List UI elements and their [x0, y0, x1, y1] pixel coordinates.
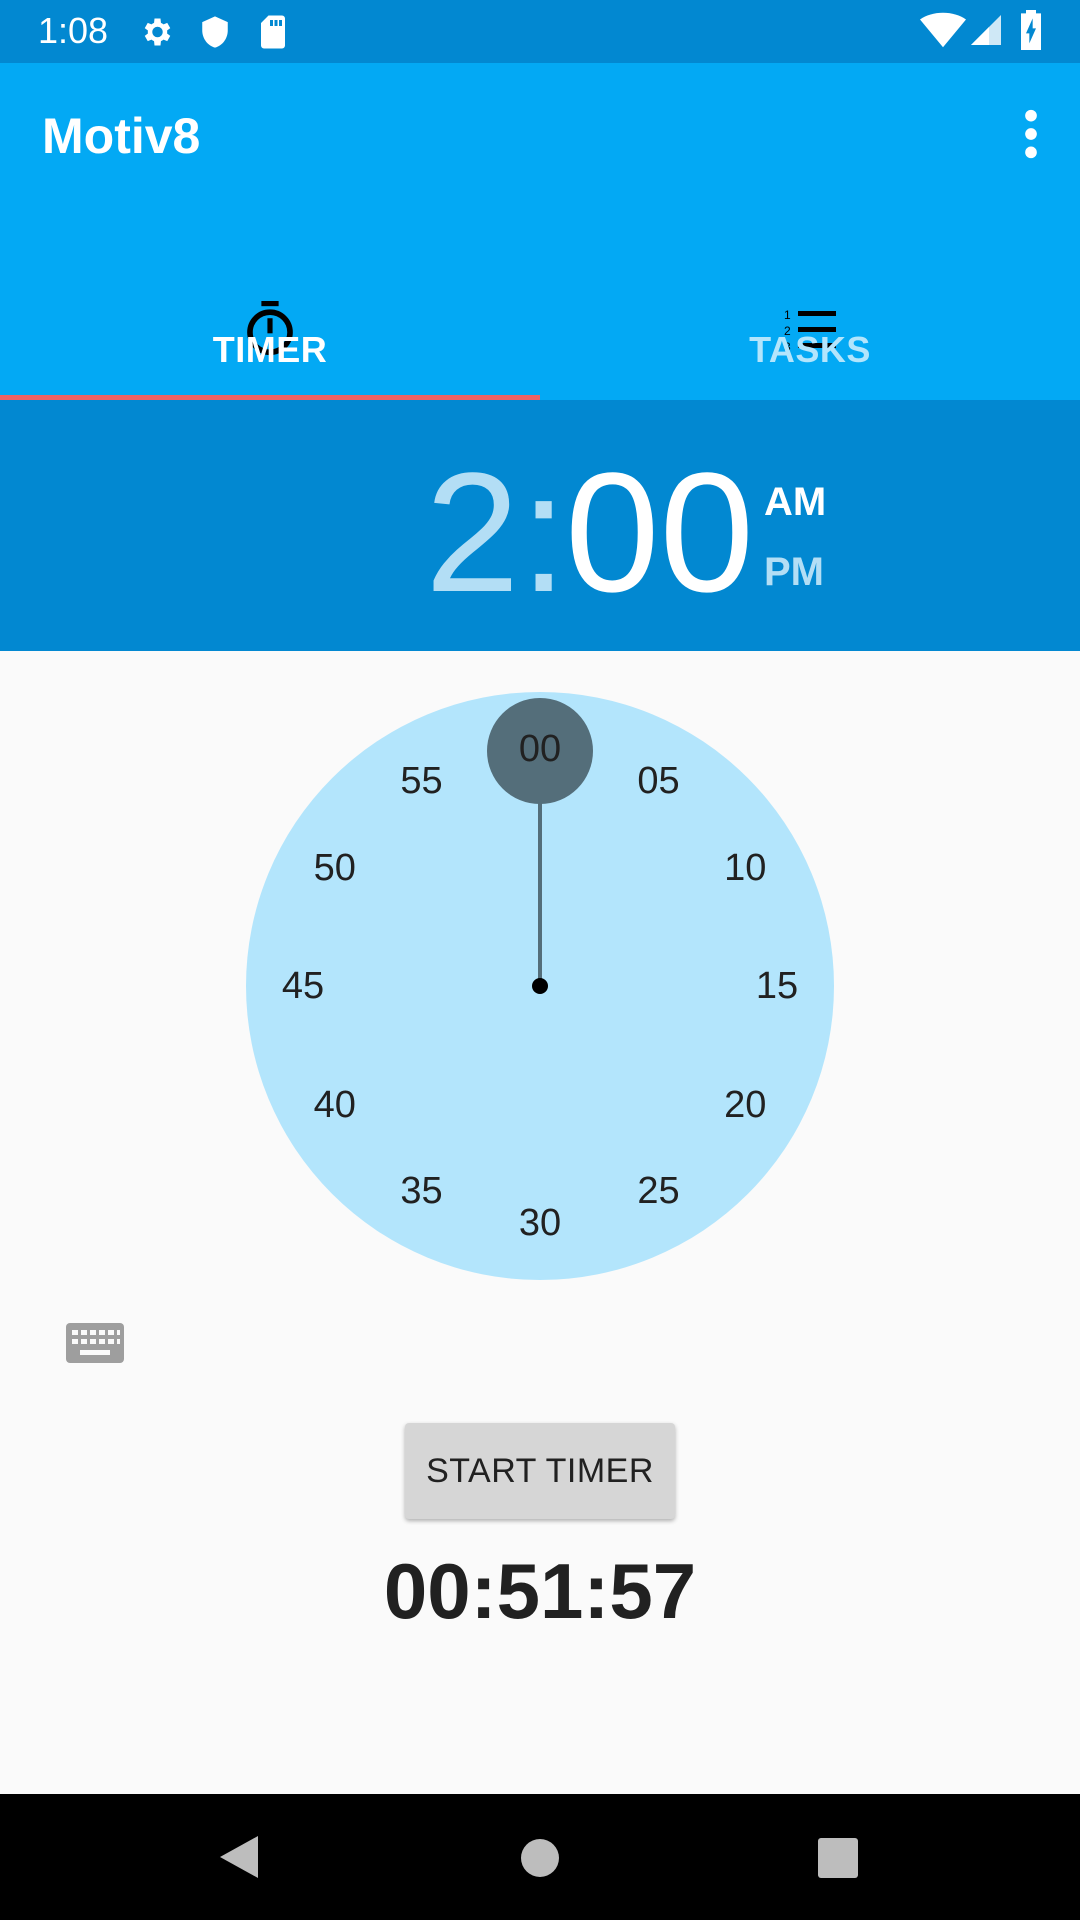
dial-number-40[interactable]: 40 — [295, 1080, 375, 1130]
dial-center — [532, 978, 548, 994]
status-bar: 1:08 — [0, 0, 1080, 63]
dial-number-30[interactable]: 30 — [500, 1198, 580, 1248]
dial-number-10[interactable]: 10 — [705, 843, 785, 893]
shield-icon — [202, 16, 228, 48]
svg-text:1: 1 — [784, 308, 791, 322]
am-toggle[interactable]: AM — [764, 480, 826, 525]
dial-number-55[interactable]: 55 — [382, 756, 462, 806]
dial-number-15[interactable]: 15 — [737, 961, 817, 1011]
dial-number-45[interactable]: 45 — [263, 961, 343, 1011]
countdown-display: 00:51:57 — [383, 1547, 697, 1635]
hour-display[interactable]: 2 — [425, 443, 520, 623]
signal-icon — [971, 15, 1001, 45]
recents-icon[interactable] — [818, 1838, 858, 1878]
dial-number-00[interactable]: 00 — [500, 724, 580, 774]
status-time: 1:08 — [38, 10, 109, 51]
wifi-icon — [920, 12, 966, 48]
dial-number-20[interactable]: 20 — [705, 1080, 785, 1130]
tab-tasks[interactable]: 1 2 3 TASKS — [540, 231, 1080, 400]
app-title: Motiv8 — [42, 108, 201, 164]
more-vert-icon[interactable] — [1016, 109, 1046, 159]
dial-number-50[interactable]: 50 — [295, 843, 375, 893]
dial-number-05[interactable]: 05 — [619, 756, 699, 806]
back-icon[interactable] — [218, 1834, 260, 1880]
time-separator: : — [520, 438, 568, 628]
dial-number-35[interactable]: 35 — [382, 1166, 462, 1216]
navigation-bar — [0, 1794, 1080, 1920]
sd-card-icon — [261, 15, 285, 49]
tab-timer[interactable]: TIMER — [0, 231, 540, 400]
home-icon[interactable] — [520, 1838, 560, 1878]
minute-dial[interactable]: 00 05 10 15 20 25 30 35 40 45 50 55 — [246, 692, 834, 1280]
dial-hand — [538, 796, 542, 986]
minute-display[interactable]: 00 — [565, 443, 754, 623]
app-bar: Motiv8 TIMER 1 2 3 TASKS — [0, 63, 1080, 400]
start-timer-button[interactable]: START TIMER — [405, 1423, 675, 1519]
tab-tasks-label: TASKS — [749, 329, 871, 370]
keyboard-icon[interactable] — [66, 1323, 124, 1363]
pm-toggle[interactable]: PM — [764, 550, 824, 595]
tab-timer-label: TIMER — [212, 329, 328, 370]
time-picker-header: 2 : 00 AM PM — [0, 400, 1080, 651]
battery-charging-icon — [1021, 10, 1041, 50]
settings-icon — [144, 18, 171, 46]
dial-number-25[interactable]: 25 — [619, 1166, 699, 1216]
